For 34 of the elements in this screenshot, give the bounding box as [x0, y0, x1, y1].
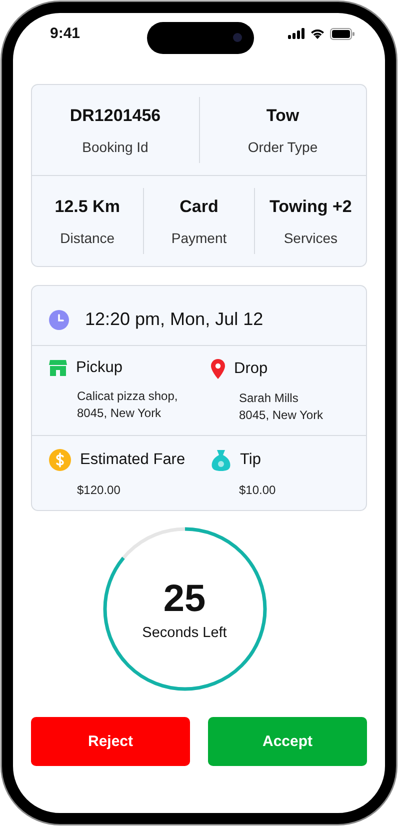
location-title: Pickup — [76, 359, 123, 377]
shop-icon — [49, 360, 67, 376]
address-line: 8045, New York — [77, 406, 162, 420]
summary-value: Card — [180, 197, 218, 217]
summary-value: Towing +2 — [270, 197, 352, 217]
countdown-label: Seconds Left — [142, 624, 227, 640]
countdown-value: 25 — [163, 578, 206, 620]
summary-value: Tow — [266, 106, 300, 126]
amount-title: Estimated Fare — [80, 451, 186, 469]
location-pin-icon — [211, 359, 225, 379]
summary-label: Distance — [60, 230, 115, 246]
amount-title: Tip — [240, 451, 261, 469]
schedule-time: 12:20 pm, Mon, Jul 12 — [85, 309, 264, 330]
summary-value: 12.5 Km — [54, 197, 120, 217]
reject-button[interactable]: Reject — [31, 717, 190, 766]
location-title: Drop — [234, 360, 268, 378]
clock-icon — [49, 310, 69, 330]
dollar-coin-icon — [49, 449, 71, 471]
amount-value: $120.00 — [77, 483, 122, 497]
summary-label: Booking Id — [82, 139, 148, 155]
accept-button[interactable]: Accept — [208, 717, 367, 766]
amount-value: $10.00 — [239, 483, 277, 497]
battery-icon — [330, 28, 355, 40]
address-line: 8045, New York — [239, 408, 324, 422]
signal-icon — [288, 28, 305, 39]
address-line: Sarah Mills — [239, 391, 300, 405]
summary-value: DR1201456 — [70, 106, 161, 126]
summary-label: Payment — [171, 230, 227, 246]
status-time: 9:41 — [50, 25, 80, 42]
money-bag-icon — [211, 449, 231, 471]
address-line: Calicat pizza shop, — [77, 389, 179, 403]
summary-label: Order Type — [248, 139, 318, 155]
wifi-icon — [310, 28, 325, 39]
summary-label: Services — [284, 230, 338, 246]
